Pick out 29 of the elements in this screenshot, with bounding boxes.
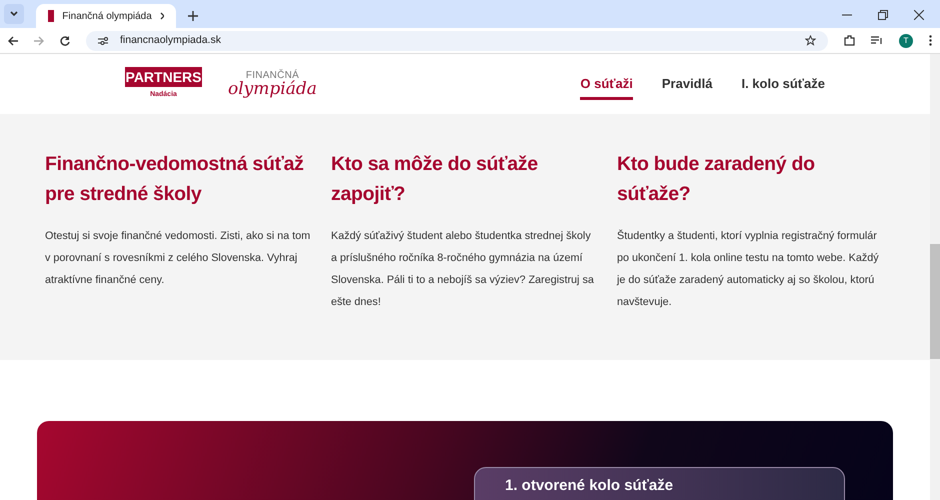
restore-icon[interactable] bbox=[878, 10, 888, 20]
scrollbar[interactable] bbox=[930, 54, 940, 500]
brand-logo[interactable]: FINANČNÁ olympiáda bbox=[228, 70, 317, 98]
reload-icon[interactable] bbox=[60, 36, 70, 46]
site-settings-icon bbox=[98, 36, 108, 46]
new-tab-icon[interactable] bbox=[188, 11, 198, 21]
extensions-icon[interactable] bbox=[844, 35, 855, 46]
star-icon[interactable] bbox=[805, 35, 816, 46]
feature-text: Každý súťaživý študent alebo študentka strednej školy a príslušného ročníka 8-ročného gymnázia na území Slovenska. Páli ti to a nebojíš sa výziev? Zaregistruj sa ešte dnes! bbox=[331, 229, 595, 310]
round-title: 1. otvorené kolo súťaže bbox=[505, 477, 674, 494]
media-icon[interactable] bbox=[871, 36, 883, 46]
feature-heading: Kto sa môže do súťaže zapojiť? bbox=[331, 152, 539, 207]
nav-link[interactable]: Pravidlá bbox=[662, 74, 712, 100]
close-window-icon[interactable] bbox=[914, 10, 924, 20]
feature-heading: Finančno-vedomostná súťaž pre stredné školy bbox=[45, 152, 305, 207]
profile-avatar[interactable]: T bbox=[899, 34, 913, 48]
nav-link[interactable]: I. kolo súťaže bbox=[741, 74, 825, 100]
chevron-down-icon bbox=[10, 11, 18, 17]
favicon-icon bbox=[48, 10, 54, 22]
tab-list-button[interactable] bbox=[4, 4, 24, 24]
menu-icon[interactable] bbox=[929, 35, 932, 46]
feature-text: Otestuj si svoje finančné vedomosti. Zisti, ako si na tom v porovnaní s rovesníkmi z celého Slovenska. Vyhraj atraktívne finančné ceny. bbox=[45, 229, 312, 288]
feature-text: Študentky a študenti, ktorí vyplnia registračný formulár po ukončení 1. kola online testu na tomto webe. Každý je do súťaže zaradený automaticky aj so školou, ktorú navštevuje. bbox=[617, 228, 880, 310]
nav-link[interactable]: O súťaži bbox=[580, 74, 633, 100]
address-bar[interactable]: financnaolympiada.sk bbox=[86, 30, 828, 50]
url-text: financnaolympiada.sk bbox=[120, 32, 222, 48]
back-icon[interactable] bbox=[8, 36, 18, 46]
feature-heading: Kto bude zaradený do súťaže? bbox=[617, 152, 816, 207]
browser-tab[interactable]: Finančná olympiáda bbox=[36, 4, 176, 28]
